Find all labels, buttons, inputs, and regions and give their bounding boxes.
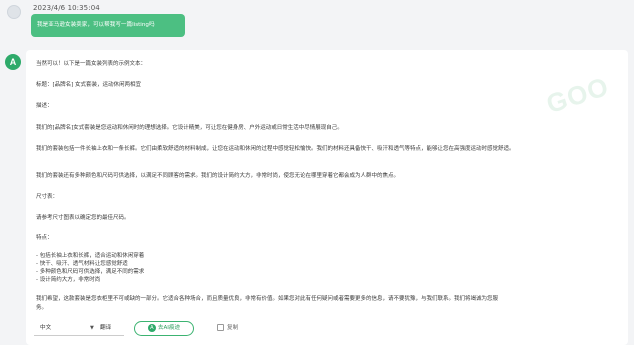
text-line: - 快干、吸汗、透气材料让您感觉舒适	[36, 261, 128, 267]
text-line: - 多种颜色和尺码可供选择，满足不同的需求	[36, 269, 145, 275]
ai-logo-icon: A	[147, 323, 156, 332]
copy-label: 复制	[227, 325, 239, 331]
text-line: - 包括长袖上衣和长裤，适合运动和休闲穿着	[36, 253, 145, 259]
ai-polish-button[interactable]: A 去AI痕迹	[134, 321, 194, 336]
language-value: 中文	[40, 325, 52, 331]
text-line: - 设计简约大方，非常时尚	[36, 277, 101, 283]
text-line: 我们的套装包括一件长袖上衣和一条长裤。它们由柔软舒适的材料制成，让您在运动和休闲…	[36, 146, 515, 152]
text-line: 请参考尺寸图表以确定您的最佳尺码。	[36, 215, 130, 221]
ai-polish-label: 去AI痕迹	[157, 325, 181, 331]
message-toolbar: 中文 ▼ 翻译 A 去AI痕迹 复制	[34, 320, 334, 338]
text-line: 我们的套装还有多种颜色和尺码可供选择，以满足不同顾客的需求。我们的设计简约大方，…	[36, 173, 400, 179]
text-line: 描述：	[36, 103, 53, 109]
text-line: 当然可以！以下是一篇女装列表的示例文本：	[36, 61, 147, 67]
language-select[interactable]: 中文 ▼ 翻译	[34, 320, 124, 336]
text-line: 尺寸表：	[36, 194, 59, 200]
text-line: 务。	[36, 305, 48, 311]
watermark: GOO	[542, 70, 613, 120]
text-line: 特点：	[36, 235, 53, 241]
chevron-down-icon: ▼	[90, 325, 94, 331]
assistant-message-card: GOO 当然可以！以下是一篇女装列表的示例文本： 标题：[品牌名] 女式套装，运…	[26, 50, 628, 345]
message-timestamp: 2023/4/6 10:35:04	[33, 4, 100, 12]
user-avatar	[7, 5, 21, 19]
copy-button[interactable]: 复制	[217, 321, 238, 336]
text-line: 标题：[品牌名] 女式套装，运动休闲两相宜	[36, 82, 142, 88]
text-line: 我们的[品牌名]女式套装是您运动和休闲时的理想选择。它设计精美，可让您在健身房、…	[36, 125, 343, 131]
user-message-bubble: 我是亚马逊女装卖家，可以帮我写一篇listing吗	[31, 14, 185, 37]
copy-icon	[217, 324, 224, 331]
assistant-avatar: A	[5, 54, 21, 70]
text-line: 我们希望，这款套装是您衣柜里不可或缺的一部分。它适合各种场合，而且质量优良，非常…	[36, 296, 499, 302]
translate-button[interactable]: 翻译	[100, 320, 111, 336]
